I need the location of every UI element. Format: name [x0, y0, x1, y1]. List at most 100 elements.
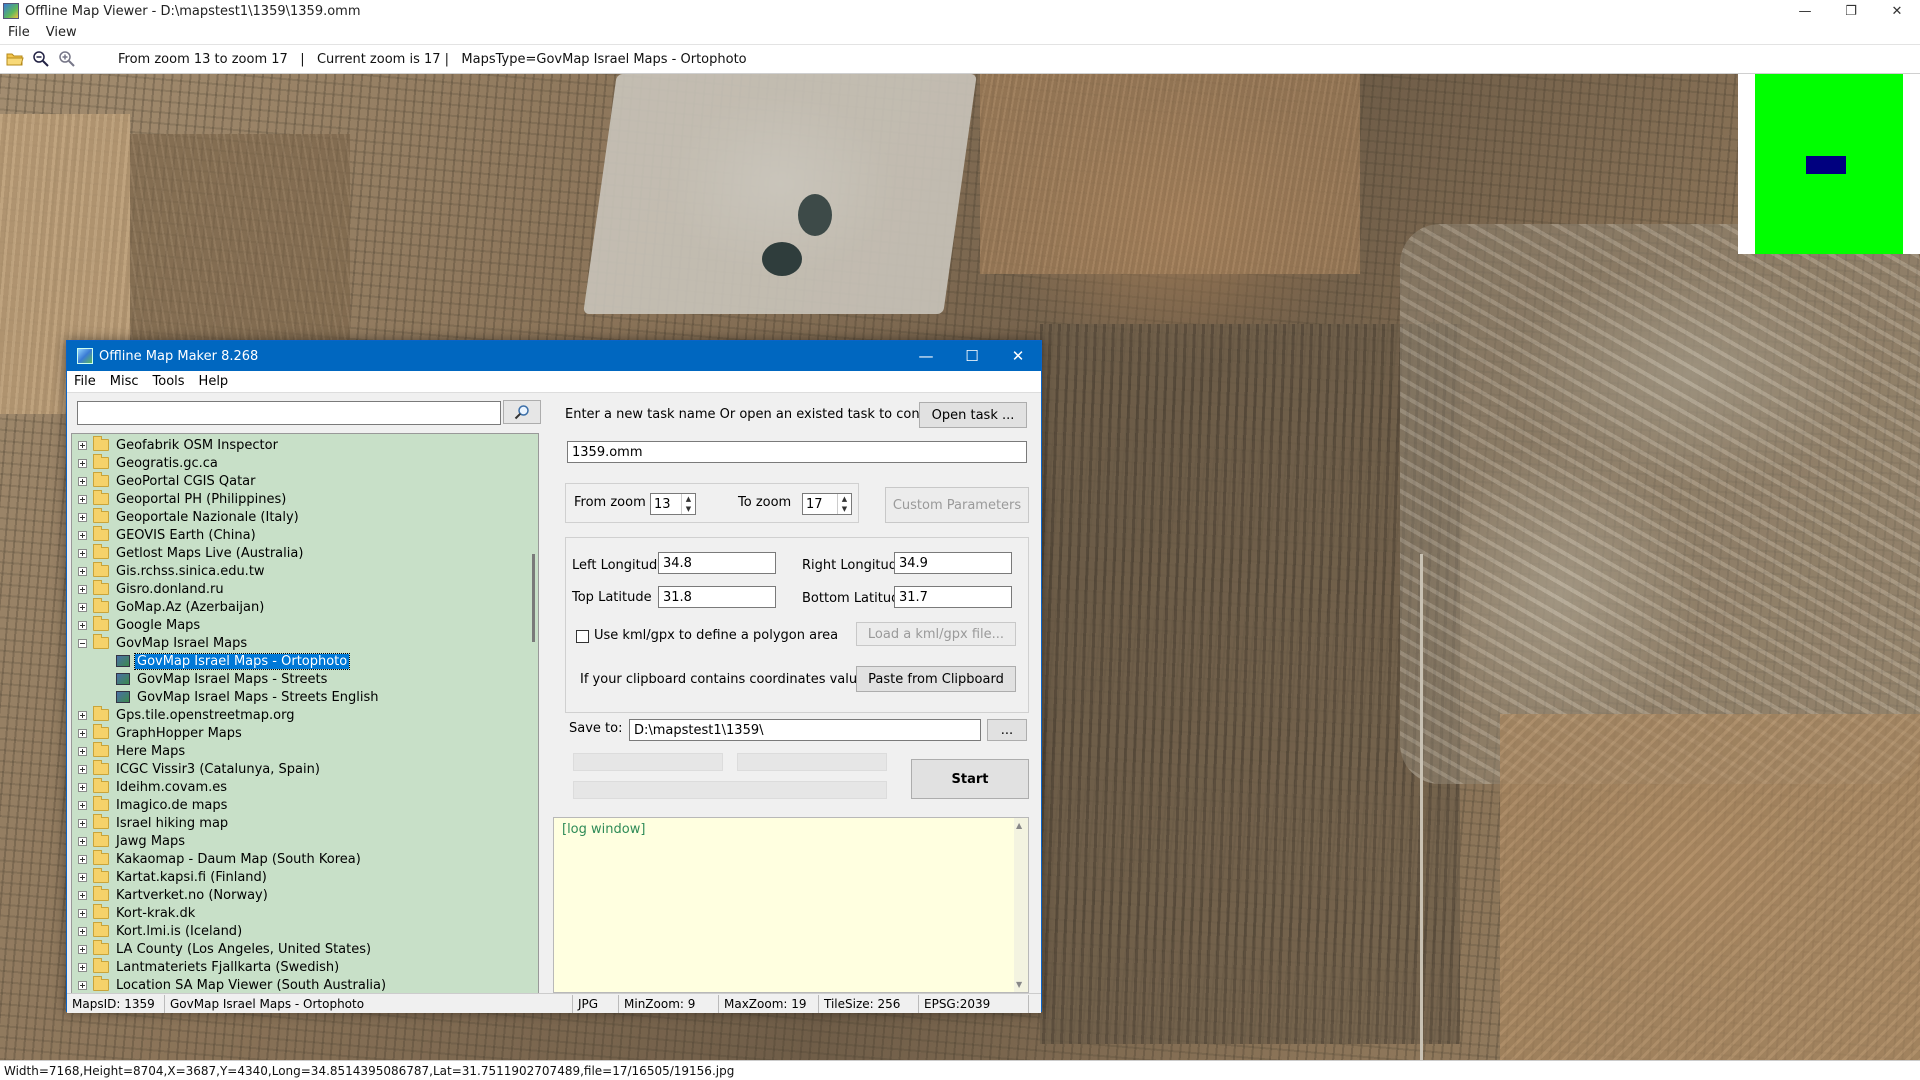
expand-icon[interactable]	[78, 530, 87, 540]
expand-icon[interactable]	[78, 602, 87, 612]
maker-maximize-button[interactable]: ☐	[949, 341, 995, 371]
viewer-menu-view[interactable]: View	[38, 25, 85, 40]
expand-icon[interactable]	[78, 818, 87, 828]
start-button[interactable]: Start	[911, 759, 1029, 799]
bottom-latitude-input[interactable]: 31.7	[894, 586, 1012, 608]
expand-icon[interactable]	[78, 746, 87, 756]
load-kml-button[interactable]: Load a kml/gpx file...	[856, 622, 1016, 646]
maker-close-button[interactable]: ✕	[995, 341, 1041, 371]
use-kml-checkbox[interactable]	[576, 630, 589, 643]
minimap[interactable]	[1738, 74, 1920, 254]
tree-folder-item[interactable]: Imagico.de maps	[72, 796, 229, 814]
expand-icon[interactable]	[78, 800, 87, 810]
stepper-down-icon[interactable]: ▼	[682, 504, 695, 514]
expand-icon[interactable]	[78, 710, 87, 720]
expand-icon[interactable]	[78, 494, 87, 504]
tree-scrollbar[interactable]	[526, 434, 538, 994]
custom-parameters-button[interactable]: Custom Parameters	[885, 487, 1029, 523]
tree-folder-item[interactable]: Kakaomap - Daum Map (South Korea)	[72, 850, 363, 868]
viewer-close-button[interactable]: ✕	[1874, 0, 1920, 22]
tree-folder-item[interactable]: Google Maps	[72, 616, 202, 634]
paste-clipboard-button[interactable]: Paste from Clipboard	[856, 666, 1016, 692]
map-search-input[interactable]	[77, 401, 501, 425]
expand-icon[interactable]	[78, 584, 87, 594]
viewer-restore-button[interactable]: ❐	[1828, 0, 1874, 22]
tree-folder-item[interactable]: Getlost Maps Live (Australia)	[72, 544, 305, 562]
expand-icon[interactable]	[78, 620, 87, 630]
tree-folder-item[interactable]: Geoportal PH (Philippines)	[72, 490, 288, 508]
minimap-viewport-indicator[interactable]	[1806, 156, 1846, 174]
tree-folder-item[interactable]: GovMap Israel Maps	[72, 634, 249, 652]
expand-icon[interactable]	[78, 890, 87, 900]
scroll-up-icon[interactable]: ▲	[1016, 821, 1022, 830]
stepper-up-icon[interactable]: ▲	[682, 494, 695, 504]
expand-icon[interactable]	[78, 764, 87, 774]
tree-folder-item[interactable]: GEOVIS Earth (China)	[72, 526, 258, 544]
search-button[interactable]	[503, 400, 541, 424]
left-longitude-input[interactable]: 34.8	[658, 552, 776, 574]
zoom-in-icon[interactable]	[56, 48, 78, 70]
expand-icon[interactable]	[78, 458, 87, 468]
tree-folder-item[interactable]: Kort.lmi.is (Iceland)	[72, 922, 244, 940]
tree-folder-item[interactable]: Jawg Maps	[72, 832, 187, 850]
tree-folder-item[interactable]: Gis.rchss.sinica.edu.tw	[72, 562, 267, 580]
expand-icon[interactable]	[78, 728, 87, 738]
tree-folder-item[interactable]: Geofabrik OSM Inspector	[72, 436, 280, 454]
to-zoom-stepper[interactable]: 17 ▲ ▼	[802, 493, 852, 515]
tree-folder-item[interactable]: GoMap.Az (Azerbaijan)	[72, 598, 266, 616]
tree-folder-item[interactable]: Geogratis.gc.ca	[72, 454, 220, 472]
map-source-tree[interactable]: Geofabrik OSM Inspector Geogratis.gc.ca Ge…	[71, 433, 539, 995]
maker-menu-help[interactable]: Help	[192, 374, 236, 389]
expand-icon[interactable]	[78, 962, 87, 972]
tree-map-item[interactable]: GovMap Israel Maps - Ortophoto	[72, 652, 351, 670]
tree-folder-item[interactable]: Gisro.donland.ru	[72, 580, 226, 598]
expand-icon[interactable]	[78, 980, 87, 990]
top-latitude-input[interactable]: 31.8	[658, 586, 776, 608]
scroll-down-icon[interactable]: ▼	[1016, 980, 1022, 989]
expand-icon[interactable]	[78, 512, 87, 522]
tree-folder-item[interactable]: Here Maps	[72, 742, 187, 760]
expand-icon[interactable]	[78, 836, 87, 846]
expand-icon[interactable]	[78, 854, 87, 864]
maker-menu-file[interactable]: File	[67, 374, 103, 389]
browse-folder-button[interactable]: ...	[987, 719, 1027, 741]
tree-folder-item[interactable]: LA County (Los Angeles, United States)	[72, 940, 373, 958]
expand-icon[interactable]	[78, 926, 87, 936]
save-path-input[interactable]: D:\mapstest1\1359\	[629, 719, 981, 741]
open-folder-icon[interactable]	[4, 48, 26, 70]
expand-icon[interactable]	[78, 440, 87, 450]
tree-scrollbar-thumb[interactable]	[532, 554, 535, 642]
tree-map-item[interactable]: GovMap Israel Maps - Streets	[72, 670, 329, 688]
collapse-icon[interactable]	[78, 638, 87, 648]
expand-icon[interactable]	[78, 908, 87, 918]
tree-folder-item[interactable]: GeoPortal CGIS Qatar	[72, 472, 257, 490]
log-scrollbar[interactable]: ▲ ▼	[1014, 818, 1028, 992]
tree-folder-item[interactable]: Geoportale Nazionale (Italy)	[72, 508, 301, 526]
expand-icon[interactable]	[78, 548, 87, 558]
viewer-minimize-button[interactable]: —	[1782, 0, 1828, 22]
maker-minimize-button[interactable]: —	[903, 341, 949, 371]
tree-folder-item[interactable]: Kartat.kapsi.fi (Finland)	[72, 868, 269, 886]
stepper-down-icon[interactable]: ▼	[838, 504, 851, 514]
tree-folder-item[interactable]: Location SA Map Viewer (South Australia)	[72, 976, 388, 994]
tree-folder-item[interactable]: GraphHopper Maps	[72, 724, 244, 742]
open-task-button[interactable]: Open task ...	[919, 402, 1027, 428]
tree-folder-item[interactable]: Ideihm.covam.es	[72, 778, 229, 796]
expand-icon[interactable]	[78, 782, 87, 792]
expand-icon[interactable]	[78, 944, 87, 954]
log-window[interactable]: [log window] ▲ ▼	[553, 817, 1029, 993]
maker-menu-tools[interactable]: Tools	[146, 374, 192, 389]
from-zoom-stepper[interactable]: 13 ▲ ▼	[650, 493, 696, 515]
maker-menu-misc[interactable]: Misc	[103, 374, 146, 389]
expand-icon[interactable]	[78, 566, 87, 576]
stepper-up-icon[interactable]: ▲	[838, 494, 851, 504]
task-name-input[interactable]: 1359.omm	[567, 441, 1027, 463]
tree-folder-item[interactable]: Gps.tile.openstreetmap.org	[72, 706, 296, 724]
expand-icon[interactable]	[78, 872, 87, 882]
right-longitude-input[interactable]: 34.9	[894, 552, 1012, 574]
tree-folder-item[interactable]: Lantmateriets Fjallkarta (Swedish)	[72, 958, 341, 976]
tree-map-item[interactable]: GovMap Israel Maps - Streets English	[72, 688, 380, 706]
zoom-out-icon[interactable]	[30, 48, 52, 70]
tree-folder-item[interactable]: Kort-krak.dk	[72, 904, 197, 922]
tree-folder-item[interactable]: Kartverket.no (Norway)	[72, 886, 270, 904]
